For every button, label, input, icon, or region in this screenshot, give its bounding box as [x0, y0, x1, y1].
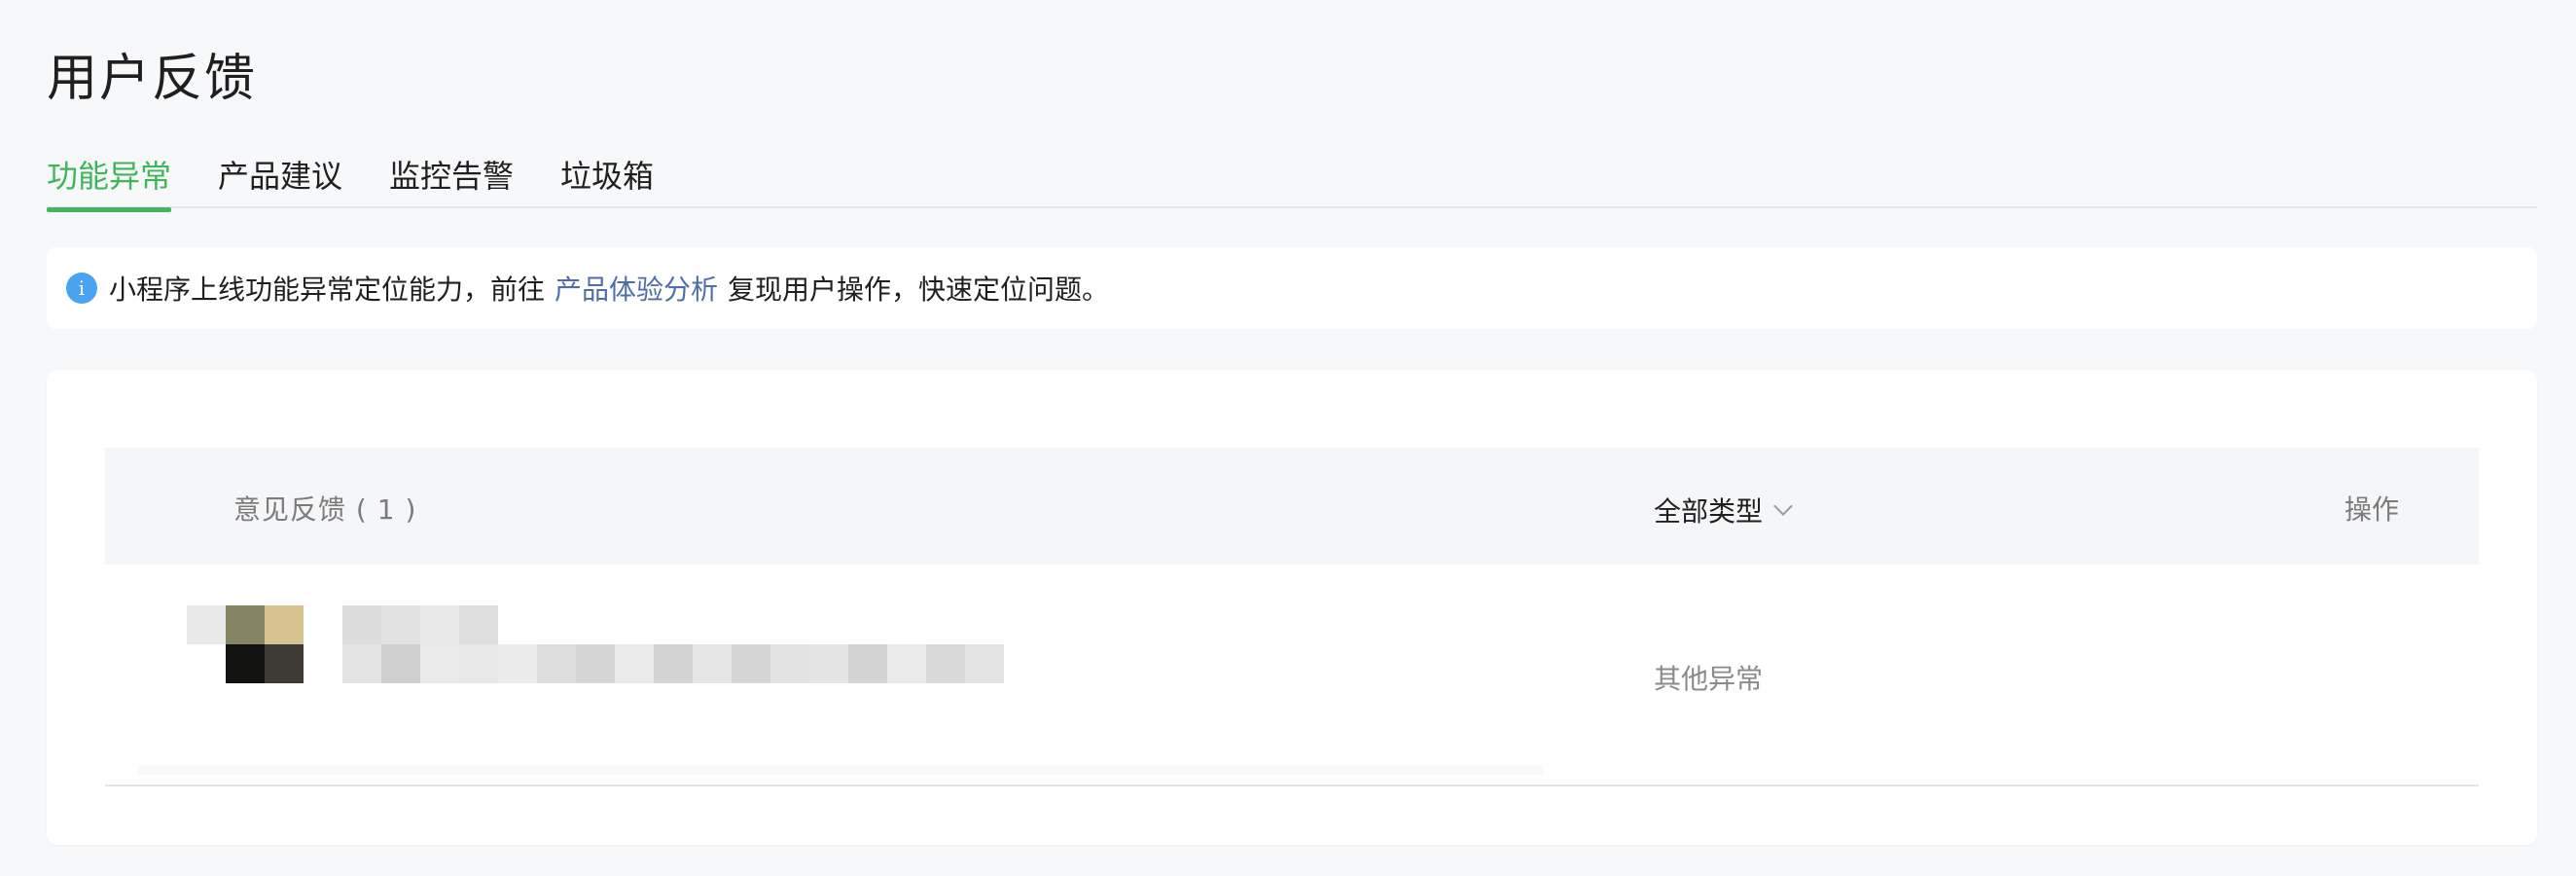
notice-text-before: 小程序上线功能异常定位能力，前往 [109, 274, 546, 306]
action-column-header: 操作 [2343, 493, 2399, 526]
tab-function-error[interactable]: 功能异常 [47, 152, 172, 212]
page-title: 用户反馈 [47, 50, 258, 108]
row-divider-fade [138, 765, 1543, 775]
feedback-column-header: 意见反馈 ( 1 ) [233, 493, 417, 526]
chevron-down-icon [1773, 496, 1793, 516]
feedback-type: 其他异常 [1654, 663, 1764, 695]
notice-text-after: 复现用户操作，快速定位问题。 [728, 274, 1110, 306]
feedback-table: 意见反馈 ( 1 ) 全部类型 操作 其他异常 [105, 448, 2479, 786]
type-filter-dropdown[interactable]: 全部类型 [1654, 491, 1793, 529]
info-icon: i [66, 273, 97, 304]
tab-product-suggestion[interactable]: 产品建议 [218, 152, 342, 208]
tab-trash[interactable]: 垃圾箱 [560, 152, 654, 208]
tab-bar: 功能异常 产品建议 监控告警 垃圾箱 [47, 148, 2537, 212]
type-filter-label: 全部类型 [1654, 495, 1764, 528]
feedback-content [342, 605, 1004, 683]
table-row[interactable]: 其他异常 [105, 565, 2479, 786]
feedback-content-line [342, 605, 1004, 644]
feedback-card: 意见反馈 ( 1 ) 全部类型 操作 其他异常 [47, 370, 2537, 845]
table-header: 意见反馈 ( 1 ) 全部类型 操作 [105, 448, 2479, 565]
feedback-content-line [342, 644, 1004, 683]
avatar [187, 605, 304, 683]
experience-analysis-link[interactable]: 产品体验分析 [555, 269, 718, 308]
tab-monitor-alert[interactable]: 监控告警 [389, 152, 514, 208]
notice-banner: i 小程序上线功能异常定位能力，前往 产品体验分析 复现用户操作，快速定位问题。 [47, 247, 2537, 329]
